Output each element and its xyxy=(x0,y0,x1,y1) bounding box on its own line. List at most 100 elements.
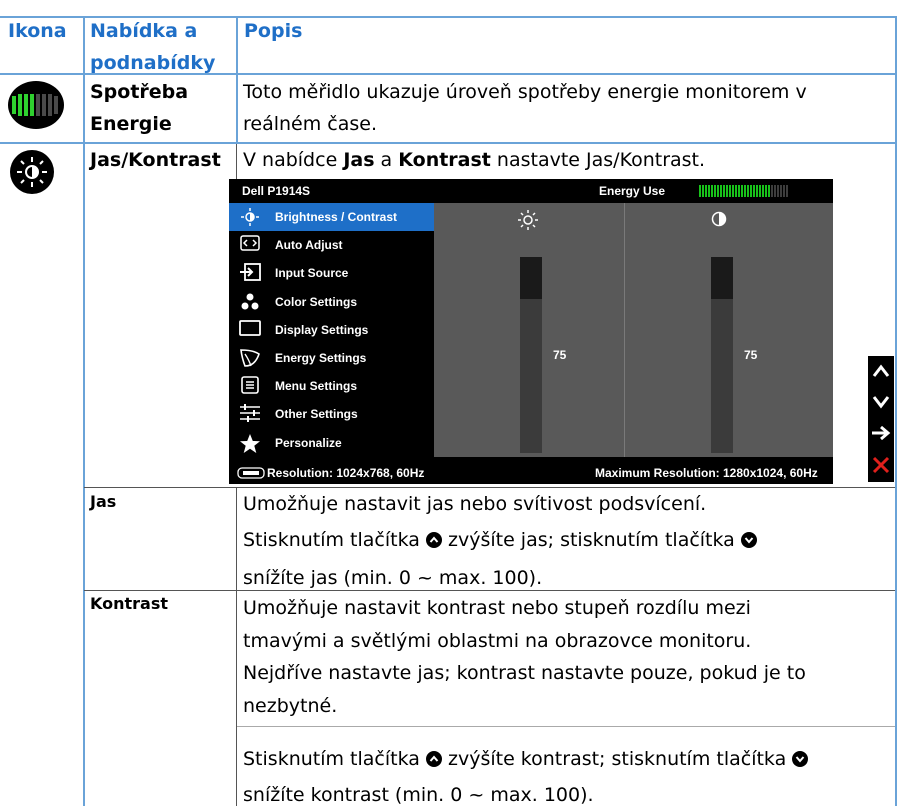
kontrast-desc-line5a: Stisknutím tlačítka xyxy=(243,748,426,770)
up-button-icon xyxy=(425,751,442,767)
brightness-contrast-desc: V nabídce Jas a Kontrast nastavte Jas/Ko… xyxy=(243,148,705,173)
col-icon-border xyxy=(83,16,85,806)
osd-brightness-value: 75 xyxy=(553,348,567,362)
leaf-icon xyxy=(238,348,262,368)
jas-desc-line1: Umožňuje nastavit jas nebo svítivost pod… xyxy=(243,493,707,515)
kontrast-desc-line5b: zvýšíte kontrast; stisknutím tlačítka xyxy=(441,748,793,770)
jas-desc-line2: Stisknutím tlačítka zvýšíte jas; stisknu… xyxy=(243,528,757,553)
energy-meter-segment xyxy=(735,185,737,197)
kontrast-desc-line3: Nejdříve nastavte jas; kontrast nastavte… xyxy=(243,662,806,684)
energy-meter-segment xyxy=(723,185,725,197)
osd-menu-item[interactable]: Input Source xyxy=(229,259,434,287)
kontrast-desc-line4: nezbytné. xyxy=(243,695,338,717)
enter-arrow-icon[interactable] xyxy=(868,421,894,445)
energy-meter-segment xyxy=(705,185,707,197)
osd-brightness-bar-fill xyxy=(520,257,542,299)
osd-menu: Brightness / Contrast Auto Adjust Input So… xyxy=(229,203,434,457)
jas-desc-line2b: zvýšíte jas; stisknutím tlačítka xyxy=(441,529,741,551)
manual-page: Ikona Nabídka a podnabídky Popis Spotřeb… xyxy=(0,0,897,806)
energy-meter-segment xyxy=(720,185,722,197)
header-popis: Popis xyxy=(244,20,303,42)
energy-meter-segment xyxy=(750,185,752,197)
down-button-icon xyxy=(740,532,757,548)
osd-menu-item[interactable]: Menu Settings xyxy=(229,372,434,400)
energy-meter-segment xyxy=(762,185,764,197)
jas-desc-line3: snížíte jas (min. 0 ~ max. 100). xyxy=(243,567,543,589)
energy-desc-line2: reálném čase. xyxy=(243,113,378,135)
energy-meter-segment xyxy=(774,185,776,197)
osd-model: Dell P1914S xyxy=(242,184,311,198)
sliders-icon xyxy=(238,404,262,424)
energy-meter-segment xyxy=(726,185,728,197)
osd-menu-item[interactable]: Energy Settings xyxy=(229,344,434,372)
up-button-icon xyxy=(425,532,442,548)
osd-energy-meter xyxy=(699,185,788,197)
osd-menu-item-label: Other Settings xyxy=(275,407,358,422)
energy-meter-segment xyxy=(771,185,773,197)
header-ikona: Ikona xyxy=(8,20,67,42)
osd-contrast-icon xyxy=(711,211,727,227)
energy-meter-segment xyxy=(753,185,755,197)
col-desc-jas-border xyxy=(236,487,237,806)
energy-meter-segment xyxy=(711,185,713,197)
osd-screenshot: Dell P1914S Energy Use Brightness / Cont… xyxy=(229,179,833,484)
kontrast-desc-line1: Umožňuje nastavit kontrast nebo stupeň r… xyxy=(243,597,751,619)
osd-menu-item-label: Energy Settings xyxy=(275,351,367,365)
osd-menu-item-label: Color Settings xyxy=(275,294,358,309)
up-arrow-icon[interactable] xyxy=(868,359,894,383)
osd-max-resolution: Maximum Resolution: 1280x1024, 60Hz xyxy=(595,466,818,480)
header-nabidka-line1: Nabídka a xyxy=(90,20,198,42)
osd-menu-item[interactable]: Display Settings xyxy=(229,316,434,344)
col-menu-border xyxy=(236,16,238,144)
osd-energy-label: Energy Use xyxy=(599,184,666,198)
energy-meter-icon xyxy=(7,80,65,130)
energy-meter-segment xyxy=(732,185,734,197)
menu-list-icon xyxy=(238,376,262,396)
sun-icon xyxy=(9,149,55,195)
auto-adjust-icon xyxy=(238,235,262,255)
osd-contrast-value: 75 xyxy=(744,348,758,362)
osd-contrast-bar-fill xyxy=(711,257,733,299)
row-energy-bottom-border xyxy=(0,142,897,144)
kontrast-label: Kontrast xyxy=(90,594,169,613)
desc-prefix: V nabídce xyxy=(243,149,344,171)
energy-meter-segment xyxy=(777,185,779,197)
down-button-icon xyxy=(792,751,809,767)
energy-meter-segment xyxy=(717,185,719,197)
osd-menu-item[interactable]: Personalize xyxy=(229,429,434,457)
osd-contrast-bar xyxy=(711,257,733,453)
jas-label: Jas xyxy=(90,492,117,511)
row-jas-top-border xyxy=(84,487,895,488)
energy-meter-segment xyxy=(741,185,743,197)
osd-menu-item-label: Menu Settings xyxy=(275,379,358,394)
osd-menu-item-label: Auto Adjust xyxy=(275,238,343,253)
down-arrow-icon[interactable] xyxy=(868,390,894,414)
close-x-icon[interactable] xyxy=(868,453,894,477)
osd-connector-icon xyxy=(237,466,265,479)
osd-brightness-sun-icon xyxy=(517,209,539,231)
osd-menu-item-label: Brightness / Contrast xyxy=(275,210,398,224)
energy-label-line1: Spotřeba xyxy=(90,81,189,103)
energy-meter-segment xyxy=(780,185,782,197)
energy-desc-line1: Toto měřidlo ukazuje úroveň spotřeby ene… xyxy=(243,81,807,103)
energy-meter-segment xyxy=(747,185,749,197)
osd-resolution: Resolution: 1024x768, 60Hz xyxy=(267,466,425,480)
energy-meter-segment xyxy=(759,185,761,197)
osd-menu-item[interactable]: Other Settings xyxy=(229,400,434,428)
energy-meter-segment xyxy=(744,185,746,197)
osd-brightness-bar xyxy=(520,257,542,453)
energy-meter-segment xyxy=(699,185,701,197)
table-top-border xyxy=(0,16,897,18)
star-icon xyxy=(238,433,262,453)
osd-menu-item[interactable]: Brightness / Contrast xyxy=(229,203,434,231)
jas-desc-line2a: Stisknutím tlačítka xyxy=(243,529,426,551)
osd-menu-item[interactable]: Color Settings xyxy=(229,288,434,316)
osd-menu-item-label: Input Source xyxy=(275,266,349,281)
brightness-contrast-label: Jas/Kontrast xyxy=(90,149,221,171)
desc-mid: a xyxy=(374,149,399,171)
osd-menu-item[interactable]: Auto Adjust xyxy=(229,231,434,259)
energy-meter-segment xyxy=(714,185,716,197)
osd-brightness-pane: 75 xyxy=(434,203,624,457)
energy-meter-segment xyxy=(756,185,758,197)
color-dots-icon xyxy=(238,292,262,312)
